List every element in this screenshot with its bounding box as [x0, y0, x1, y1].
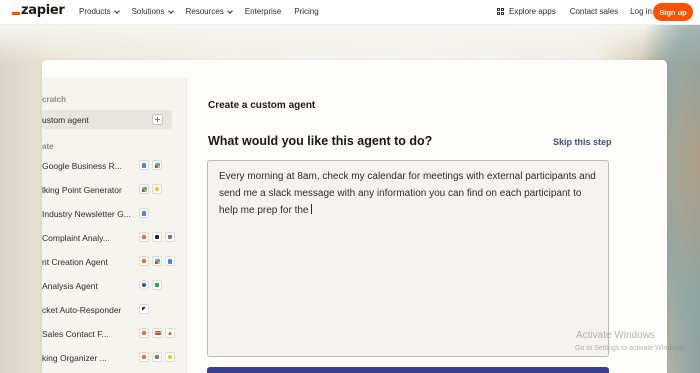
gmail-icon	[152, 352, 162, 362]
template-item-label: Analysis Agent	[42, 281, 98, 291]
explore-apps-link[interactable]: Explore apps	[497, 7, 556, 16]
custom-agent-option[interactable]: ustom agent	[42, 110, 172, 129]
skip-step-link[interactable]: Skip this step	[553, 137, 612, 147]
google-docs-icon	[139, 208, 149, 218]
slack-icon	[152, 160, 162, 170]
template-item[interactable]: cket Auto-Responder	[42, 303, 177, 317]
sun-icon	[152, 184, 162, 194]
signup-button[interactable]: Sign up	[653, 3, 693, 21]
template-item[interactable]: Sales Contact F...	[42, 327, 177, 341]
custom-agent-label: ustom agent	[42, 115, 89, 125]
template-item-label: nt Creation Agent	[42, 257, 108, 267]
chevron-down-icon	[113, 7, 120, 14]
template-item[interactable]: lking Point Generator	[42, 183, 177, 197]
contact-sales-link[interactable]: Contact sales	[570, 7, 618, 16]
login-link[interactable]: Log in	[630, 7, 652, 16]
agent-question-heading: What would you like this agent to do?	[208, 134, 433, 148]
windows-activation-subtitle: Go to Settings to activate Windows.	[575, 345, 686, 352]
agent-prompt-text: Every morning at 8am, check my calendar …	[219, 171, 596, 216]
scratch-section-header: cratch	[42, 95, 67, 104]
primary-nav: Products Solutions Resources Enterprise …	[79, 7, 332, 16]
table-icon	[152, 328, 162, 338]
logo-text: zapier	[21, 3, 65, 18]
zendesk-icon	[139, 304, 149, 314]
calendar-icon	[139, 232, 149, 242]
slack-icon	[152, 256, 162, 266]
contact-sales-label: Contact sales	[569, 7, 619, 16]
template-item-label: lking Point Generator	[42, 185, 122, 195]
template-section-header: ate	[42, 142, 54, 151]
template-item[interactable]: Industry Newsletter G...	[42, 207, 177, 221]
apps-grid-icon	[497, 7, 505, 16]
google-sheets-icon	[152, 280, 162, 290]
text-caret	[310, 204, 312, 214]
secondary-nav: Explore apps Contact sales Log in	[497, 7, 665, 16]
template-item[interactable]: Analysis Agent	[42, 279, 177, 293]
template-item[interactable]: Complaint Analy...	[42, 231, 177, 245]
plus-icon[interactable]	[152, 114, 163, 125]
nav-enterprise[interactable]: Enterprise	[245, 7, 281, 16]
top-navigation: zapier Products Solutions Resources Ente…	[0, 0, 700, 25]
calendar-icon	[139, 328, 149, 338]
windows-activation-title: Activate Windows	[576, 330, 655, 341]
chevron-down-icon	[167, 7, 174, 14]
template-item-label: Complaint Analy...	[42, 233, 110, 243]
slack-icon	[139, 184, 149, 194]
nav-resources-label: Resources	[185, 7, 224, 16]
template-item[interactable]: Google Business R...	[42, 159, 177, 173]
template-item[interactable]: nt Creation Agent	[42, 255, 177, 269]
calendar-icon	[139, 352, 149, 362]
dialog-title: Create a custom agent	[208, 100, 316, 111]
continue-button[interactable]	[207, 367, 609, 373]
nav-products-label: Products	[79, 7, 111, 16]
sun-icon	[165, 352, 175, 362]
template-item-label: Industry Newsletter G...	[42, 209, 131, 219]
agent-prompt-input[interactable]: Every morning at 8am, check my calendar …	[207, 160, 609, 357]
nav-products[interactable]: Products	[79, 7, 120, 16]
nav-pricing[interactable]: Pricing	[294, 7, 318, 16]
template-item-label: cket Auto-Responder	[42, 305, 122, 315]
template-item-label: Sales Contact F...	[42, 329, 109, 339]
background-fade	[0, 25, 700, 65]
google-docs-icon	[139, 160, 149, 170]
template-item-label: Google Business R...	[42, 161, 122, 171]
nav-solutions[interactable]: Solutions	[131, 7, 174, 16]
template-item[interactable]: king Organizer ...	[42, 351, 177, 365]
nav-pricing-label: Pricing	[294, 7, 319, 16]
nav-enterprise-label: Enterprise	[244, 7, 282, 16]
chevron-down-icon	[226, 7, 233, 14]
login-label: Log in	[630, 7, 652, 16]
nav-solutions-label: Solutions	[131, 7, 165, 16]
notion-icon	[152, 232, 162, 242]
gmail-icon	[165, 232, 175, 242]
calendar-icon	[139, 256, 149, 266]
form-icon	[165, 328, 175, 338]
template-sidebar: cratch ustom agent ate Google Business R…	[42, 77, 187, 373]
explore-apps-label: Explore apps	[509, 7, 556, 16]
template-item-label: king Organizer ...	[42, 353, 107, 363]
nav-resources[interactable]: Resources	[185, 7, 233, 16]
logo-dash-mark	[12, 12, 20, 15]
google-docs-icon	[165, 256, 175, 266]
meeting-icon	[139, 280, 149, 290]
zapier-logo[interactable]: zapier	[12, 3, 65, 18]
